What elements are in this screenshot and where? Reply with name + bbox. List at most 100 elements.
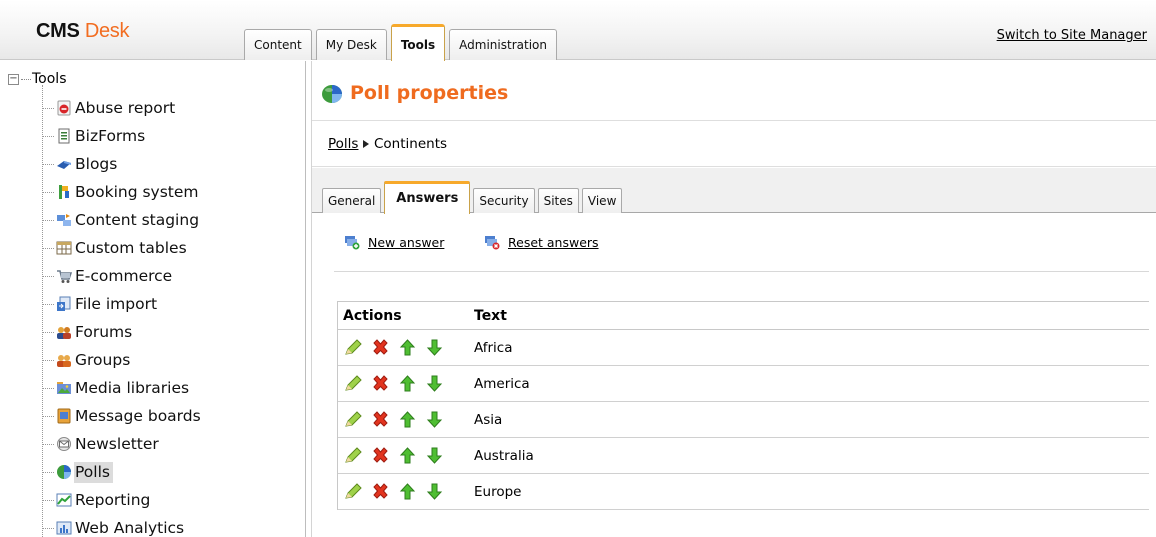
blogs-icon xyxy=(57,161,71,169)
edit-icon[interactable] xyxy=(344,482,363,501)
edit-icon[interactable] xyxy=(344,410,363,429)
tree-item-label: Web Analytics xyxy=(75,518,185,537)
web-analytics-icon xyxy=(56,521,72,535)
delete-icon[interactable] xyxy=(371,410,390,429)
logo-cms-text: CMS xyxy=(36,20,80,42)
move-up-icon[interactable] xyxy=(398,338,417,357)
move-up-icon[interactable] xyxy=(398,410,417,429)
tree-item-label: Newsletter xyxy=(75,434,159,453)
answers-grid: Actions Text Africa America Asia Austral… xyxy=(337,301,1149,510)
tree-item-media-libraries[interactable]: Media libraries xyxy=(42,376,192,400)
tree-item-label: Abuse report xyxy=(75,98,176,117)
table-row: America xyxy=(338,366,1149,402)
tree-item-blogs[interactable]: Blogs xyxy=(42,152,120,176)
tree-item-groups[interactable]: Groups xyxy=(42,348,133,372)
row-actions xyxy=(338,482,474,501)
breadcrumb-polls-link[interactable]: Polls xyxy=(328,136,358,152)
edit-icon[interactable] xyxy=(344,338,363,357)
subtabs: General Answers Security Sites View xyxy=(322,181,625,214)
tab-tools[interactable]: Tools xyxy=(390,24,446,61)
tree-item-ecommerce[interactable]: E-commerce xyxy=(42,264,175,288)
tree-item-label: Polls xyxy=(74,461,113,483)
tab-general[interactable]: General xyxy=(322,188,382,213)
tree-connector xyxy=(21,78,31,80)
delete-icon[interactable] xyxy=(371,338,390,357)
tree-item-abuse-report[interactable]: Abuse report xyxy=(42,96,178,120)
new-answer-action[interactable]: New answer xyxy=(344,234,444,250)
page-title: Poll properties xyxy=(350,82,509,104)
message-boards-icon xyxy=(57,408,71,424)
ecommerce-icon xyxy=(57,270,72,283)
tree-item-bizforms[interactable]: BizForms xyxy=(42,124,148,148)
abuse-report-icon xyxy=(57,100,71,116)
delete-icon[interactable] xyxy=(371,446,390,465)
tree-item-reporting[interactable]: Reporting xyxy=(42,488,153,512)
row-actions xyxy=(338,374,474,393)
tree-item-label: Booking system xyxy=(75,182,199,201)
table-row: Asia xyxy=(338,402,1149,438)
answer-text: Asia xyxy=(474,411,503,428)
forums-icon xyxy=(57,327,71,339)
reset-answers-action[interactable]: Reset answers xyxy=(484,234,599,250)
tab-content[interactable]: Content xyxy=(244,29,312,60)
new-answer-icon xyxy=(345,236,360,250)
tree-item-polls[interactable]: Polls xyxy=(42,460,113,484)
tab-my-desk[interactable]: My Desk xyxy=(315,29,387,60)
new-answer-link[interactable]: New answer xyxy=(368,235,444,250)
tab-view[interactable]: View xyxy=(581,188,623,213)
breadcrumb: Polls Continents xyxy=(312,122,1156,167)
switch-to-site-manager-link[interactable]: Switch to Site Manager xyxy=(997,28,1147,43)
actions-bar: New answer Reset answers xyxy=(334,214,1149,272)
delete-icon[interactable] xyxy=(371,374,390,393)
edit-icon[interactable] xyxy=(344,374,363,393)
tree-root-label: Tools xyxy=(32,71,67,87)
move-down-icon[interactable] xyxy=(425,338,444,357)
tree-item-file-import[interactable]: File import xyxy=(42,292,160,316)
file-import-icon xyxy=(57,296,71,311)
tab-administration[interactable]: Administration xyxy=(449,29,557,60)
column-header-actions: Actions xyxy=(343,307,402,324)
cms-desk-logo: CMS Desk xyxy=(36,20,129,43)
move-up-icon[interactable] xyxy=(398,374,417,393)
tree-item-booking-system[interactable]: Booking system xyxy=(42,180,202,204)
tree-item-forums[interactable]: Forums xyxy=(42,320,135,344)
move-up-icon[interactable] xyxy=(398,446,417,465)
tree-item-message-boards[interactable]: Message boards xyxy=(42,404,204,428)
move-down-icon[interactable] xyxy=(425,410,444,429)
tree-item-newsletter[interactable]: Newsletter xyxy=(42,432,162,456)
tree-item-custom-tables[interactable]: Custom tables xyxy=(42,236,190,260)
tree-item-label: Forums xyxy=(75,322,133,341)
tree-item-label: Custom tables xyxy=(75,238,187,257)
custom-tables-icon xyxy=(56,241,72,255)
tree-item-label: Media libraries xyxy=(75,378,190,397)
tab-answers[interactable]: Answers xyxy=(384,181,471,214)
tree-item-content-staging[interactable]: Content staging xyxy=(42,208,202,232)
breadcrumb-arrow-icon xyxy=(363,140,369,148)
groups-icon xyxy=(57,355,71,367)
tree-item-label: File import xyxy=(75,294,158,313)
move-down-icon[interactable] xyxy=(425,446,444,465)
polls-icon xyxy=(57,465,71,479)
tab-sites[interactable]: Sites xyxy=(537,188,579,213)
header: CMS Desk Content My Desk Tools Administr… xyxy=(0,0,1156,61)
reset-answers-link[interactable]: Reset answers xyxy=(508,235,599,250)
move-down-icon[interactable] xyxy=(425,482,444,501)
tree-root-tools[interactable]: − Tools xyxy=(8,71,67,87)
tree-item-web-analytics[interactable]: Web Analytics xyxy=(42,516,187,537)
delete-icon[interactable] xyxy=(371,482,390,501)
reporting-icon xyxy=(56,493,72,507)
edit-icon[interactable] xyxy=(344,446,363,465)
bizforms-icon xyxy=(58,128,70,144)
collapse-icon[interactable]: − xyxy=(8,73,19,85)
tab-security[interactable]: Security xyxy=(473,188,535,213)
row-actions xyxy=(338,338,474,357)
subtabs-area: General Answers Security Sites View xyxy=(312,168,1156,214)
main-tabs: Content My Desk Tools Administration xyxy=(244,23,561,61)
move-up-icon[interactable] xyxy=(398,482,417,501)
answer-text: Europe xyxy=(474,483,522,500)
move-down-icon[interactable] xyxy=(425,374,444,393)
row-actions xyxy=(338,446,474,465)
newsletter-icon xyxy=(57,437,71,451)
breadcrumb-current: Continents xyxy=(374,136,448,152)
tree-item-label: Groups xyxy=(75,350,131,369)
